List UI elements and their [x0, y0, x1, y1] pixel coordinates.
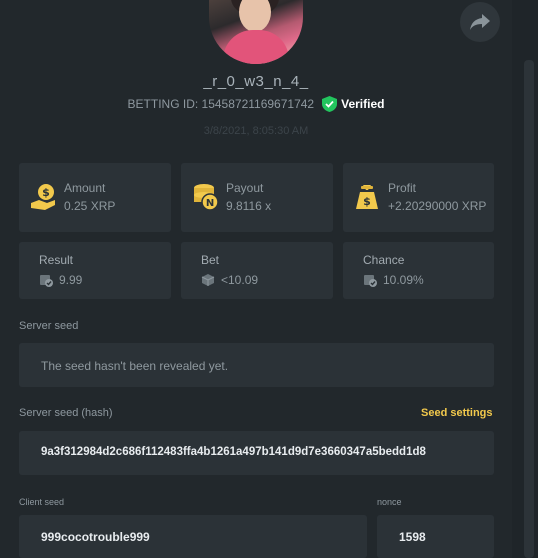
payout-value: 9.8116 x [226, 199, 272, 213]
avatar-shirt [223, 30, 289, 64]
profit-label: Profit [388, 181, 417, 195]
dice-check-icon [364, 275, 377, 287]
result-value: 9.99 [59, 273, 83, 287]
share-button[interactable] [460, 2, 500, 42]
coin-stack-icon: N [193, 183, 219, 216]
svg-text:$: $ [42, 186, 50, 199]
bet-id-line: BETTING ID: 15458721169671742 Verified [0, 96, 512, 112]
payout-label: Payout [226, 181, 264, 195]
bet-value: <10.09 [221, 273, 259, 287]
server-seed-value: The seed hasn't been revealed yet. [41, 359, 229, 373]
client-seed-field[interactable]: 999cocotrouble999 [19, 515, 367, 558]
nonce-value: 1598 [399, 530, 426, 544]
chance-label: Chance [363, 253, 405, 267]
share-icon [470, 14, 490, 30]
coin-hand-icon: $ [31, 183, 57, 216]
result-label: Result [39, 253, 74, 267]
bet-card: Bet <10.09 [181, 242, 333, 299]
payout-card: N Payout 9.8116 x [181, 163, 333, 232]
amount-card: $ Amount 0.25 XRP [19, 163, 171, 232]
server-seed-hash-field[interactable]: 9a3f312984d2c686f112483ffa4b1261a497b141… [19, 431, 494, 475]
avatar-face [239, 0, 271, 32]
verified-label: Verified [341, 97, 385, 111]
amount-label: Amount [64, 181, 106, 195]
server-seed-label: Server seed [19, 320, 79, 332]
server-seed-hash-value: 9a3f312984d2c686f112483ffa4b1261a497b141… [41, 446, 426, 458]
svg-text:N: N [206, 198, 214, 209]
money-bag-icon: $ [355, 183, 379, 216]
username: _r_0_w3_n_4_ [203, 73, 309, 90]
server-seed-field: The seed hasn't been revealed yet. [19, 343, 494, 387]
bet-datetime: 3/8/2021, 8:05:30 AM [203, 125, 309, 137]
client-seed-value: 999cocotrouble999 [41, 530, 150, 544]
result-row: 9.99 [39, 273, 82, 287]
chance-row: 10.09% [363, 273, 424, 287]
nonce-field[interactable]: 1598 [377, 515, 494, 558]
verified-badge: Verified [322, 96, 384, 112]
profit-value: +2.20290000 XRP [388, 199, 487, 213]
nonce-label: nonce [377, 497, 402, 507]
server-seed-hash-label: Server seed (hash) [19, 407, 113, 419]
chance-value: 10.09% [383, 273, 424, 287]
client-seed-label: Client seed [19, 497, 65, 507]
chance-card: Chance 10.09% [343, 242, 494, 299]
bet-id: BETTING ID: 15458721169671742 [127, 97, 315, 111]
amount-value: 0.25 XRP [64, 199, 116, 213]
profit-card: $ Profit +2.20290000 XRP [343, 163, 494, 232]
bet-label: Bet [201, 253, 220, 267]
svg-text:$: $ [363, 195, 371, 208]
dice-icon [201, 274, 215, 286]
dice-check-icon [40, 275, 53, 287]
scrollbar[interactable] [524, 60, 534, 558]
seed-settings-link[interactable]: Seed settings [421, 407, 493, 419]
bet-row: <10.09 [201, 273, 258, 287]
verified-shield-icon [322, 96, 338, 112]
result-card: Result 9.99 [19, 242, 171, 299]
